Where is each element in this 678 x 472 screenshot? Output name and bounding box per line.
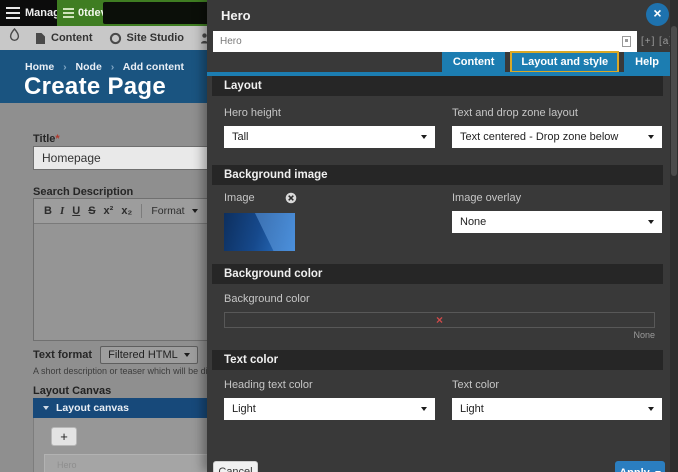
chevron-down-icon [648,407,654,411]
field-label: Hero height [224,107,435,119]
text-format-label: Text format [33,349,92,361]
chevron-down-icon [648,220,654,224]
section-background-image: Background image Image Image overlay [207,165,670,264]
field-heading-text-color: Heading text color Light [224,379,435,420]
section-background-color: Background color Background color × None [207,264,670,350]
list-icon [63,8,74,20]
section-header-layout: Layout [212,76,663,96]
tab-help[interactable]: Help [624,52,670,72]
section-header-text-color: Text color [212,350,663,370]
component-name-field [213,31,637,52]
toolbar-item-label: Content [51,32,93,44]
italic-button[interactable]: I [60,205,64,217]
section-layout: Layout Hero height Tall Text and drop zo… [207,76,670,165]
chevron-down-icon [184,353,190,357]
collapse-caret-icon [43,406,49,410]
strikethrough-button[interactable]: S [88,205,95,217]
breadcrumb-separator: › [63,61,67,73]
superscript-button[interactable]: x² [104,205,114,217]
chevron-down-icon [648,135,654,139]
background-image-thumbnail[interactable] [224,213,295,251]
toolbar-item-site-studio[interactable]: Site Studio [109,32,184,45]
chevron-down-icon [421,135,427,139]
toolbar-item-label: Site Studio [127,32,184,44]
field-image-overlay: Image overlay None [452,192,662,251]
field-label: Text color [452,379,662,391]
page-title: Create Page [24,73,166,101]
hero-settings-modal: Hero × [+] [a] Content Layout and style … [207,0,678,472]
hero-height-select[interactable]: Tall [224,126,435,148]
field-text-color: Text color Light [452,379,662,420]
breadcrumb: Home › Node › Add content [25,61,184,73]
text-color-select[interactable]: Light [452,398,662,420]
section-header-background-image: Background image [212,165,663,185]
search-description-label: Search Description [33,186,133,198]
text-format-select[interactable]: Filtered HTML [100,346,198,364]
title-field-label: Title* [33,133,60,145]
chevron-down-icon [421,407,427,411]
drupal-logo-icon[interactable] [8,28,21,48]
heading-text-color-select[interactable]: Light [224,398,435,420]
bold-button[interactable]: B [44,205,52,217]
hamburger-icon[interactable] [6,7,20,22]
add-token-button[interactable]: [+] [641,36,655,47]
component-name-input[interactable] [213,31,637,52]
format-dropdown[interactable]: Format [151,205,184,217]
modal-body: Layout Hero height Tall Text and drop zo… [207,76,670,458]
close-icon[interactable]: × [646,3,669,26]
field-label: Text and drop zone layout [452,107,662,119]
modal-scrollbar[interactable] [670,0,678,472]
screen: Manage 0tdev Content Site Studio People … [0,0,678,472]
drop-zone-layout-select[interactable]: Text centered - Drop zone below [452,126,662,148]
field-hero-height: Hero height Tall [224,107,435,148]
breadcrumb-home[interactable]: Home [25,61,54,73]
background-color-picker[interactable]: × [224,312,655,328]
toolbar-divider [141,204,142,218]
modal-tabs: Content Layout and style Help [207,52,670,72]
subscript-button[interactable]: x₂ [121,205,132,217]
color-value-note: None [224,330,655,340]
apply-button[interactable]: Apply [615,461,665,472]
add-component-button[interactable]: + [51,427,77,446]
cancel-button[interactable]: Cancel [213,461,258,472]
breadcrumb-add-content[interactable]: Add content [123,61,184,73]
field-label: Image overlay [452,192,662,204]
text-format-row: Text format Filtered HTML [33,346,198,364]
image-overlay-select[interactable]: None [452,211,662,233]
field-label: Heading text color [224,379,435,391]
remove-image-icon[interactable] [285,192,297,204]
chevron-down-icon [192,209,198,213]
scrollbar-thumb[interactable] [671,26,677,176]
modal-title: Hero [221,8,251,23]
field-image: Image [224,192,435,251]
field-drop-zone-layout: Text and drop zone layout Text centered … [452,107,662,148]
breadcrumb-node[interactable]: Node [76,61,102,73]
section-header-background-color: Background color [212,264,663,284]
token-icon[interactable] [622,36,631,47]
site-studio-icon [109,32,122,45]
file-icon [35,32,46,45]
breadcrumb-separator: › [111,61,115,73]
required-mark: * [55,133,59,145]
no-color-icon: × [436,313,443,327]
tab-content[interactable]: Content [442,52,506,72]
field-label: Background color [224,293,655,305]
image-field-label: Image [224,192,255,204]
underline-button[interactable]: U [72,205,80,217]
toolbar-item-content[interactable]: Content [35,32,93,45]
tab-layout-and-style[interactable]: Layout and style [510,51,619,73]
section-text-color: Text color Heading text color Light Text… [207,350,670,437]
layout-canvas-label: Layout Canvas [33,385,111,397]
